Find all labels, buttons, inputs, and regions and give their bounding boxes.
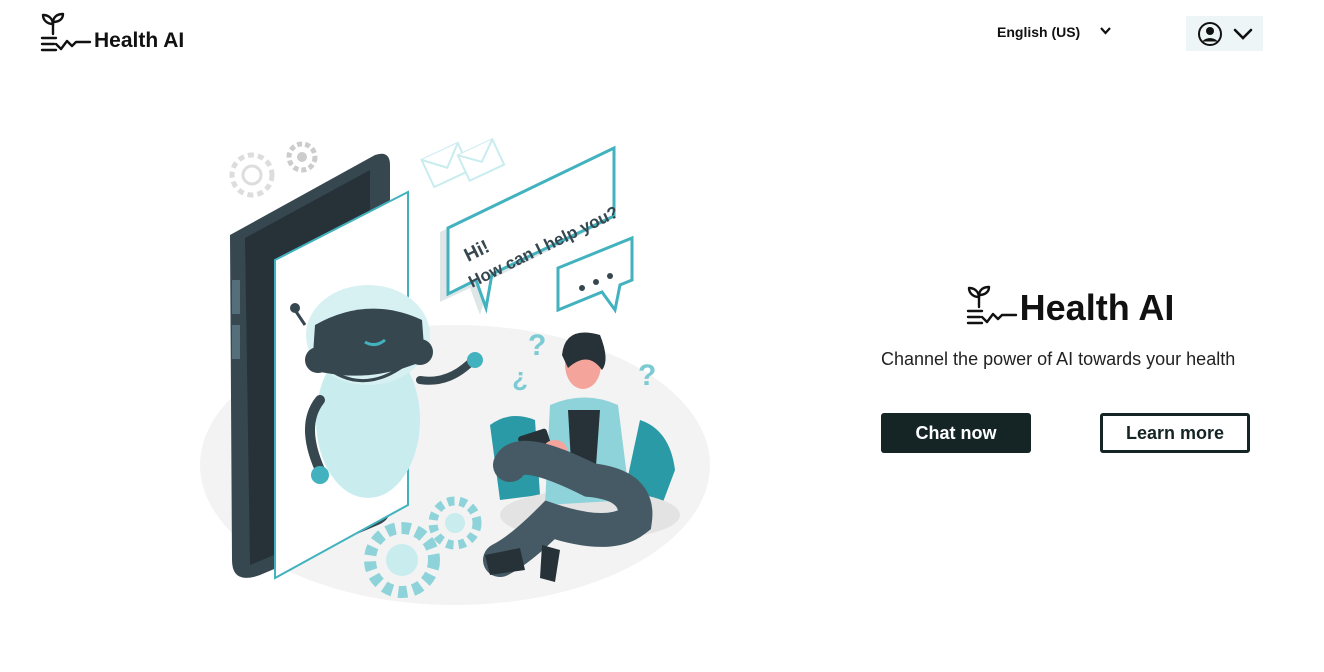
chevron-down-icon: [1233, 28, 1252, 40]
hero-tagline: Channel the power of AI towards your hea…: [881, 349, 1236, 369]
hero-actions: Chat now Learn more: [880, 413, 1252, 455]
user-menu-button[interactable]: [1186, 16, 1263, 51]
learn-more-button[interactable]: Learn more: [1100, 413, 1250, 453]
sprout-pulse-icon: [40, 12, 92, 52]
header-brand-name: Health AI: [94, 29, 185, 52]
hero-illustration: Hi! How can I help you? ? ? ?: [190, 120, 710, 620]
chevron-down-icon: [1100, 26, 1112, 38]
chat-now-button[interactable]: Chat now: [881, 413, 1031, 453]
header-logo[interactable]: Health AI: [40, 12, 184, 54]
hero-panel: Health AI Channel the power of AI toward…: [880, 285, 1252, 455]
svg-text:?: ?: [512, 366, 528, 396]
user-circle-icon: [1197, 21, 1222, 46]
language-selector[interactable]: English (US): [997, 24, 1112, 40]
language-label: English (US): [997, 24, 1081, 40]
envelope-icon: [420, 137, 506, 189]
gear-icon: [229, 141, 318, 198]
hero-logo: Health AI: [888, 285, 1252, 328]
hero-brand-name: Health AI: [1019, 287, 1175, 328]
svg-text:?: ?: [528, 329, 546, 362]
sprout-pulse-icon: [966, 285, 1017, 325]
svg-text:?: ?: [638, 359, 656, 392]
